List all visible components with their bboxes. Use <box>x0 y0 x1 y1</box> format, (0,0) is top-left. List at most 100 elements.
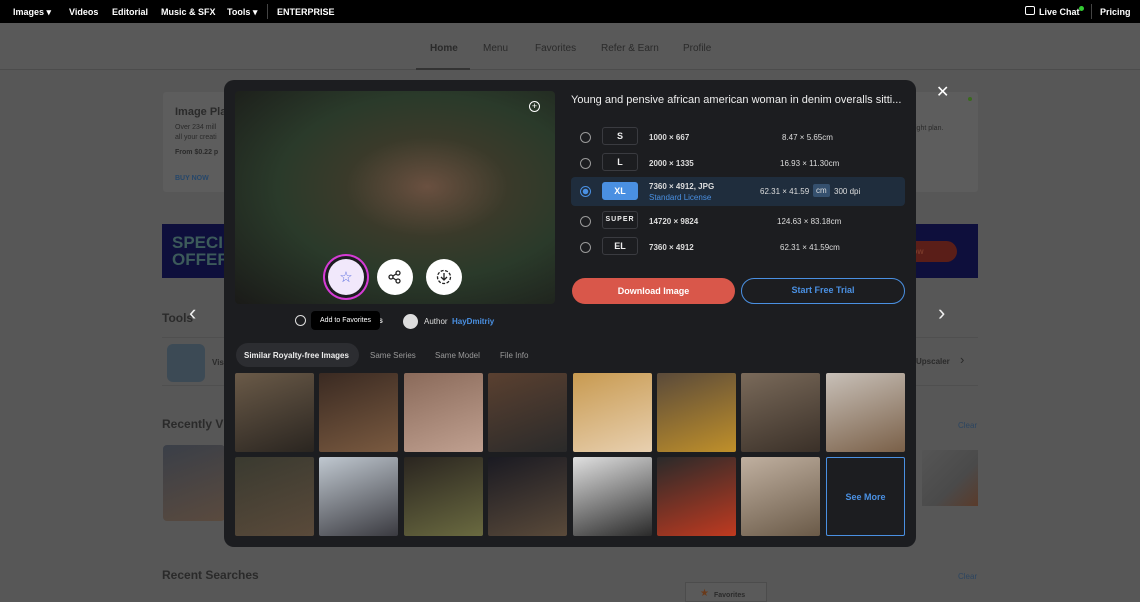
size-badge: L <box>602 153 638 171</box>
tools-next-icon[interactable]: › <box>960 352 964 367</box>
pixel-dims: 7360 × 4912, JPG <box>649 182 715 191</box>
license-link[interactable]: Standard License <box>649 193 711 202</box>
size-badge: XL <box>602 182 638 200</box>
sub-nav: Home Menu Favorites Refer & Earn Profile <box>0 23 1140 70</box>
similar-image-thumbnail[interactable] <box>825 373 905 452</box>
recently-viewed-heading: Recently V <box>162 417 224 431</box>
nav-enterprise[interactable]: ENTERPRISE <box>277 7 335 17</box>
size-option-s[interactable]: S 1000 × 667 8.47 × 5.65cm <box>571 124 905 150</box>
close-icon[interactable]: ✕ <box>936 82 949 102</box>
star-icon: ★ <box>700 588 709 599</box>
similar-image-thumbnail[interactable] <box>235 457 314 536</box>
radio[interactable] <box>580 242 591 253</box>
author-label: Author <box>424 317 448 326</box>
nav-editorial[interactable]: Editorial <box>112 7 148 17</box>
size-option-l[interactable]: L 2000 × 1335 16.93 × 11.30cm <box>571 150 905 176</box>
radio[interactable] <box>580 216 591 227</box>
top-bar: Images ▾ Videos Editorial Music & SFX To… <box>0 0 1140 23</box>
active-indicator <box>416 68 470 70</box>
similar-image-thumbnail[interactable] <box>657 373 736 452</box>
radio-selected[interactable] <box>580 186 591 197</box>
tab-similar-label[interactable]: Similar Royalty-free Images <box>244 351 349 360</box>
unit-toggle[interactable]: cm <box>813 184 830 197</box>
similar-image-thumbnail[interactable] <box>741 373 821 452</box>
start-free-trial-button[interactable]: Start Free Trial <box>741 278 905 304</box>
author-avatar <box>403 314 418 329</box>
pixel-dims: 1000 × 667 <box>649 133 690 142</box>
download-image-button[interactable]: Download Image <box>572 278 735 304</box>
print-dims: 124.63 × 83.18cm <box>777 217 842 226</box>
subnav-profile[interactable]: Profile <box>683 43 711 54</box>
subnav-refer[interactable]: Refer & Earn <box>601 43 659 54</box>
recent-searches-heading: Recent Searches <box>162 568 259 582</box>
clear-recent-link[interactable]: Clear <box>958 421 977 430</box>
subnav-home[interactable]: Home <box>430 43 458 54</box>
print-dims: 16.93 × 11.30cm <box>780 159 840 168</box>
nav-pricing[interactable]: Pricing <box>1100 7 1131 17</box>
image-detail-modal: + ☆ es Add to Favorites Author HayDmitri… <box>224 80 916 547</box>
print-dims: 8.47 × 5.65cm <box>782 133 833 142</box>
plan-text: Over 234 mill <box>175 124 217 131</box>
similar-image-thumbnail[interactable] <box>572 457 652 536</box>
pixel-dims: 7360 × 4912 <box>649 243 694 252</box>
similar-image-thumbnail[interactable] <box>319 457 399 536</box>
plan-text: all your creati <box>175 134 217 141</box>
size-option-el[interactable]: EL 7360 × 4912 62.31 × 41.59cm <box>571 234 905 260</box>
print-dims: 62.31 × 41.59cm <box>780 243 840 252</box>
nav-tools[interactable]: Tools ▾ <box>227 7 257 18</box>
prev-arrow-icon[interactable]: ‹ <box>189 300 196 326</box>
tab-file-info[interactable]: File Info <box>500 351 528 360</box>
radio[interactable] <box>580 132 591 143</box>
similar-image-thumbnail[interactable] <box>741 457 821 536</box>
similar-image-thumbnail[interactable] <box>572 373 652 452</box>
pixel-dims: 2000 × 1335 <box>649 159 694 168</box>
tab-same-model[interactable]: Same Model <box>435 351 480 360</box>
similar-image-thumbnail[interactable] <box>488 457 568 536</box>
chat-icon <box>1025 6 1035 15</box>
share-icon <box>388 270 401 284</box>
image-title: Young and pensive african american woman… <box>571 94 902 106</box>
tooltip: Add to Favorites <box>311 311 380 330</box>
download-icon <box>436 269 452 285</box>
zoom-in-icon[interactable]: + <box>529 101 540 112</box>
tool-upscaler[interactable]: Upscaler <box>916 357 950 366</box>
live-chat-link[interactable]: Live Chat <box>1039 7 1080 17</box>
download-circle-button[interactable] <box>426 259 462 295</box>
author-link[interactable]: HayDmitriy <box>452 317 494 326</box>
tab-same-series[interactable]: Same Series <box>370 351 416 360</box>
status-dot <box>968 97 972 101</box>
size-option-xl[interactable]: XL 7360 × 4912, JPG Standard License 62.31 … <box>571 177 905 206</box>
similar-image-thumbnail[interactable] <box>235 373 314 452</box>
star-icon: ☆ <box>339 269 353 286</box>
plan-title: Image Pla <box>175 106 227 118</box>
offer-text: SPECI OFFER <box>172 233 230 269</box>
clear-searches-link[interactable]: Clear <box>958 572 977 581</box>
nav-images[interactable]: Images ▾ <box>13 7 51 18</box>
see-more-button[interactable]: See More <box>826 457 905 536</box>
online-dot <box>1079 6 1084 11</box>
radio[interactable] <box>580 158 591 169</box>
share-button[interactable] <box>377 259 413 295</box>
similar-image-thumbnail[interactable] <box>403 373 483 452</box>
size-option-super[interactable]: SUPER 14720 × 9824 124.63 × 83.18cm <box>571 208 905 234</box>
buy-now-link[interactable]: BUY NOW <box>175 175 209 182</box>
subnav-favorites[interactable]: Favorites <box>535 43 576 54</box>
subnav-menu[interactable]: Menu <box>483 43 508 54</box>
tool-item[interactable]: Vis <box>212 358 224 367</box>
divider <box>267 4 268 19</box>
next-arrow-icon[interactable]: › <box>938 300 945 326</box>
nav-music[interactable]: Music & SFX <box>161 7 216 17</box>
plan-text: ight plan. <box>915 125 944 132</box>
similar-image-thumbnail[interactable] <box>319 373 399 452</box>
illustration <box>922 450 978 506</box>
search-similar-icon[interactable] <box>295 315 306 326</box>
nav-videos[interactable]: Videos <box>69 7 98 17</box>
recent-thumbnail[interactable] <box>163 445 225 521</box>
similar-image-thumbnail[interactable] <box>657 457 736 536</box>
plan-price: From $0.22 p <box>175 149 219 156</box>
similar-image-thumbnail[interactable] <box>403 457 483 536</box>
add-to-favorites-button[interactable]: ☆ <box>328 259 364 295</box>
favorites-button[interactable]: Favorites ★ <box>685 582 767 602</box>
divider <box>1091 4 1092 19</box>
similar-image-thumbnail[interactable] <box>488 373 568 452</box>
